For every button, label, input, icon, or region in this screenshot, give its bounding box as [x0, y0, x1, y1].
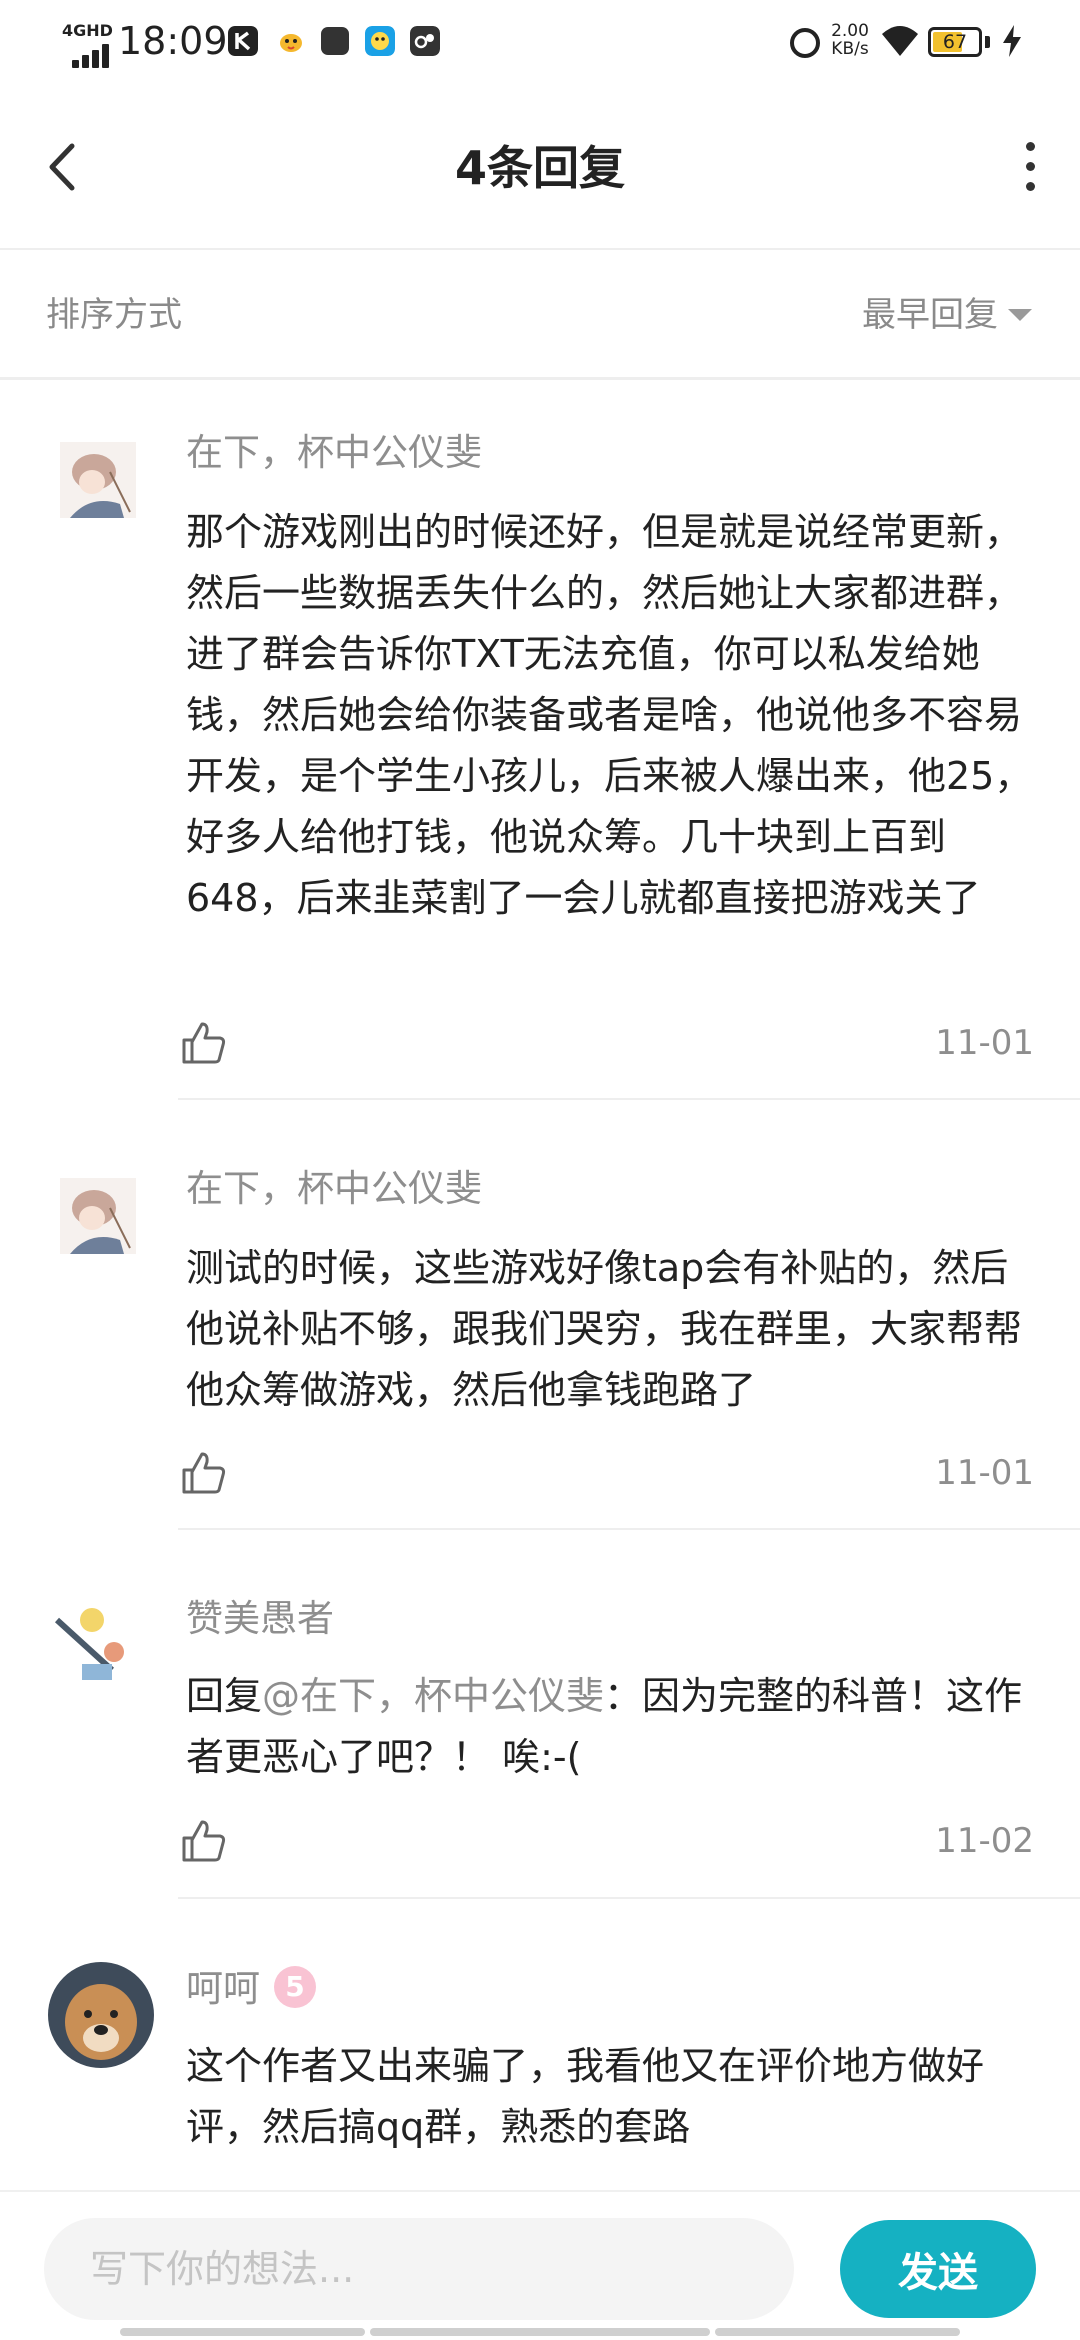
mention-link[interactable]: @在下，杯中公仪斐 [262, 1674, 604, 1718]
battery-level: 67 [942, 31, 968, 53]
game-app-icon [410, 26, 440, 56]
user-level-badge: 5 [274, 1965, 316, 2008]
reply-input[interactable] [44, 2218, 794, 2320]
comment-author[interactable]: 在下，杯中公仪斐 [186, 428, 482, 478]
cellular-signal-icon: 4GHD [62, 21, 113, 68]
network-speed: 2.00 KB/s [831, 21, 869, 59]
battery-cap [985, 36, 990, 48]
alarm-icon [790, 28, 820, 58]
comment-author[interactable]: 呵呵 [186, 1967, 260, 2010]
comment-text: 回复@在下，杯中公仪斐：因为完整的科普！这作者更恶心了吧？！ 唉:-( [186, 1666, 1046, 1788]
charging-icon [1003, 25, 1021, 57]
comment-author-row: 呵呵 5 [186, 1964, 316, 2014]
send-button[interactable]: 发送 [840, 2220, 1036, 2318]
caret-down-icon [1008, 309, 1032, 321]
reply-prefix: 回复 [186, 1674, 263, 1718]
sort-value: 最早回复 [862, 295, 998, 335]
square-app-icon [321, 27, 349, 55]
comment-author[interactable]: 赞美愚者 [186, 1594, 334, 1644]
divider [178, 1098, 1080, 1100]
comment-text: 这个作者又出来骗了，我看他又在评价地方做好评，然后搞qq群，熟悉的套路 [186, 2044, 985, 2149]
top-app-bar: 4条回复 [0, 84, 1080, 250]
reply-composer: 发送 [0, 2190, 1080, 2340]
comment-text: 那个游戏刚出的时候还好，但是就是说经常更新，然后一些数据丢失什么的，然后她让大家… [186, 510, 1033, 920]
user-avatar[interactable] [60, 1178, 136, 1254]
qq-app-icon [365, 26, 395, 56]
nav-handle [370, 2328, 710, 2336]
divider [178, 1897, 1080, 1899]
bird-app-icon [280, 34, 302, 52]
sort-bar: 排序方式 最早回复 [0, 252, 1080, 380]
status-bar: 4GHD 18:09 2.00 KB/s 67 [0, 0, 1080, 84]
battery-icon: 67 [928, 27, 982, 57]
user-avatar[interactable] [60, 442, 136, 518]
status-time: 18:09 [118, 19, 228, 63]
network-type: 4GHD [62, 21, 113, 40]
more-options-button[interactable] [1020, 140, 1040, 196]
sort-dropdown[interactable]: 最早回复 [862, 290, 1032, 340]
sort-label: 排序方式 [46, 295, 182, 335]
thumbs-up-icon[interactable] [180, 1450, 228, 1496]
comment-author[interactable]: 在下，杯中公仪斐 [186, 1164, 482, 1214]
user-avatar[interactable] [48, 1962, 154, 2068]
k-app-icon [228, 26, 258, 56]
nav-handle [715, 2328, 960, 2336]
comment-date: 11-01 [935, 1023, 1034, 1063]
page-title: 4条回复 [454, 141, 625, 195]
thumbs-up-icon[interactable] [180, 1020, 228, 1066]
comment-date: 11-02 [935, 1821, 1034, 1861]
thumbs-up-icon[interactable] [180, 1818, 228, 1864]
wifi-icon [882, 26, 918, 56]
nav-handle [120, 2328, 365, 2336]
divider [178, 1528, 1080, 1530]
comment-date: 11-01 [935, 1453, 1034, 1493]
user-avatar[interactable] [52, 1600, 142, 1690]
comment-text: 测试的时候，这些游戏好像tap会有补贴的，然后他说补贴不够，跟我们哭穷，我在群里… [186, 1246, 1023, 1412]
